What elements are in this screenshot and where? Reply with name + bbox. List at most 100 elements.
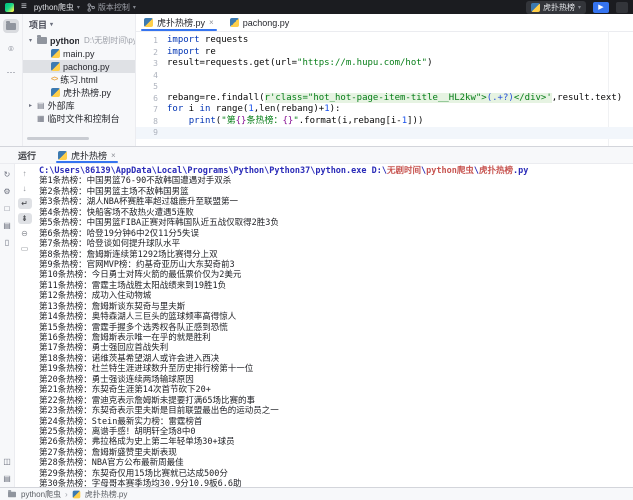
- project-panel-header[interactable]: 项目 ▾: [23, 14, 135, 34]
- code-text: for i in range(1,len(rebang)+1):: [167, 104, 340, 116]
- project-widget[interactable]: python爬虫 ▾: [34, 2, 80, 13]
- breadcrumb-separator: ›: [65, 490, 68, 499]
- line-number[interactable]: 9: [136, 127, 167, 139]
- code-token: range(: [210, 104, 248, 114]
- more-actions-button[interactable]: [616, 2, 628, 13]
- layout-icon[interactable]: ▤: [3, 221, 11, 230]
- close-icon[interactable]: ×: [111, 151, 116, 160]
- main-menu-icon[interactable]: ≡: [21, 2, 27, 12]
- run-button[interactable]: ▶: [593, 2, 609, 13]
- editor-tab-pachong.py[interactable]: pachong.py: [222, 14, 298, 31]
- line-number[interactable]: 8: [136, 116, 167, 128]
- run-configuration-label: 虎扑热榜: [543, 2, 575, 13]
- code-token: "第: [221, 116, 235, 126]
- console-output-line: 第15条热榜：雷霆手握多个选秀权各队正感到恐慌: [39, 323, 633, 333]
- tree-item-虎扑热榜.py[interactable]: 虎扑热榜.py: [23, 86, 135, 99]
- python-file-icon: [531, 3, 540, 12]
- code-line: 6rebang=re.findall(r'class="hot_hot-page…: [136, 93, 633, 105]
- tree-item-label: 练习.html: [60, 73, 98, 86]
- run-configuration-selector[interactable]: 虎扑热榜 ▾: [526, 1, 586, 14]
- workspace-top: ⌾⋯ 项目 ▾ ▾python爬虫D:\无剧时间\python爬虫main.py…: [0, 14, 633, 146]
- services-icon[interactable]: ▤: [3, 474, 11, 483]
- line-number[interactable]: 2: [136, 47, 167, 59]
- project-tree: ▾ python爬虫 D:\无剧时间\python爬虫main.pypachong.…: [23, 34, 135, 125]
- line-number[interactable]: 5: [136, 81, 167, 93]
- line-number[interactable]: 3: [136, 58, 167, 70]
- breadcrumb-file[interactable]: 虎扑热榜.py: [85, 489, 128, 500]
- up-stacktrace-icon[interactable]: ↑: [18, 168, 32, 179]
- code-text: rebang=re.findall(r'class="hot_hot-page-…: [167, 93, 622, 105]
- tree-item-main.py[interactable]: main.py: [23, 47, 135, 60]
- code-line: 2import re: [136, 47, 633, 59]
- problems-icon[interactable]: ◫: [3, 457, 11, 466]
- tree-item-label: 虎扑热榜.py: [63, 86, 111, 99]
- tree-item-练习.html[interactable]: <>练习.html: [23, 73, 135, 86]
- console-output-line: 第14条热榜：奥特森湖人三巨头的篮球频率高得惊人: [39, 312, 633, 322]
- line-number[interactable]: 4: [136, 70, 167, 82]
- chevron-icon[interactable]: ▾: [27, 37, 34, 44]
- code-text: import requests: [167, 35, 248, 47]
- editor-tab-虎扑热榜.py[interactable]: 虎扑热榜.py×: [136, 14, 222, 31]
- activity-bar: ⌾⋯: [0, 14, 23, 146]
- vcs-widget-label: 版本控制: [98, 2, 130, 13]
- console-output-line: 第3条热榜：湖人NBA杯赛胜率超过雄鹿升至联盟第一: [39, 197, 633, 207]
- clear-icon[interactable]: ▭: [18, 243, 32, 254]
- code-line: 4: [136, 70, 633, 82]
- pycharm-logo-icon: [5, 3, 14, 12]
- line-number[interactable]: 1: [136, 35, 167, 47]
- project-panel-scrollbar[interactable]: [27, 137, 89, 140]
- run-panel-title[interactable]: 运行: [18, 149, 36, 162]
- down-stacktrace-icon[interactable]: ↓: [18, 183, 32, 194]
- run-console[interactable]: C:\Users\86139\AppData\Local\Programs\Py…: [34, 164, 633, 489]
- run-panel-header: 运行 虎扑热榜 ×: [0, 147, 633, 164]
- commit-icon[interactable]: ⌾: [3, 42, 19, 56]
- tree-item-外部库[interactable]: ▸▤外部库: [23, 99, 135, 112]
- run-tab[interactable]: 虎扑热榜 ×: [52, 147, 122, 163]
- tree-item-label: python爬虫: [50, 34, 79, 47]
- line-number[interactable]: 7: [136, 104, 167, 116]
- code-token: ): [427, 58, 432, 68]
- code-token: result=requests.get(url=: [167, 58, 297, 68]
- scroll-to-end-icon[interactable]: ⇟: [18, 213, 32, 224]
- code-token: "https://m.hupu.com/hot": [297, 58, 427, 68]
- code-editor[interactable]: 1import requests2import re3result=reques…: [136, 32, 633, 139]
- tree-item-pachong.py[interactable]: pachong.py: [23, 60, 135, 73]
- console-output-line: 第10条热榜：今日勇士对阵火箭的最低票价仅为2美元: [39, 270, 633, 280]
- stop-icon[interactable]: □: [5, 204, 10, 213]
- console-output-line: 第2条热榜：中国男篮主场不敌韩国男篮: [39, 187, 633, 197]
- vcs-widget[interactable]: 版本控制 ▾: [87, 2, 136, 13]
- console-output-line: 第1条热榜：中国男篮76-90不敌韩国遭遇对手双杀: [39, 176, 633, 186]
- rerun-icon[interactable]: ↻: [4, 170, 11, 179]
- chevron-icon[interactable]: ▸: [27, 102, 34, 109]
- code-token: ):: [330, 104, 341, 114]
- code-token: print: [189, 116, 216, 126]
- console-output-line: 第27条热榜：詹姆斯盛赞里夫斯表现: [39, 448, 633, 458]
- soft-wrap-icon[interactable]: ↵: [18, 198, 32, 209]
- code-text: print("第{}条热榜：{}".format(i,rebang[i-1])): [167, 116, 423, 128]
- pin-icon[interactable]: ▯: [5, 238, 9, 247]
- console-output-line: 第9条热榜：官网MVP榜：约基奇亚历山大东契奇前3: [39, 260, 633, 270]
- code-text: import re: [167, 47, 216, 59]
- settings-icon[interactable]: ⚙: [3, 187, 10, 196]
- console-output-line: 第13条热榜：詹姆斯谈东契奇与里夫斯: [39, 302, 633, 312]
- code-token: rebang=re.findall(: [167, 93, 265, 103]
- code-token: ])): [407, 116, 423, 126]
- tree-item-临时文件和控制台[interactable]: ▦临时文件和控制台: [23, 112, 135, 125]
- project-icon[interactable]: [3, 19, 19, 33]
- run-tool-window: 运行 虎扑热榜 × ↻ ⚙ □ ▤ ▯ ◫ ▤ ↑ ↓ ↵ ⇟ ⊖ ▭ C:\Users\86139\…: [0, 146, 633, 489]
- more-tools-icon[interactable]: ⋯: [3, 65, 19, 79]
- breadcrumb-project[interactable]: python爬虫: [21, 489, 61, 500]
- console-output-line: 第23条热榜：东契奇表示里夫斯是目前联盟最出色的运动员之一: [39, 406, 633, 416]
- code-line: 1import requests: [136, 35, 633, 47]
- print-icon[interactable]: ⊖: [18, 228, 32, 239]
- console-output-line: 第6条热榜：哈登19分钟6中2仅11分5失误: [39, 229, 633, 239]
- tree-item-path: D:\无剧时间\python爬虫: [84, 35, 135, 46]
- close-icon[interactable]: ×: [209, 18, 214, 27]
- code-token: import: [167, 35, 200, 45]
- console-output-line: 第21条热榜：东契奇生涯第14次首节砍下20+: [39, 385, 633, 395]
- tree-item-python爬虫[interactable]: ▾ python爬虫 D:\无剧时间\python爬虫: [23, 34, 135, 47]
- folder-icon: [6, 23, 16, 30]
- chevron-down-icon: ▾: [50, 21, 53, 28]
- code-token: requests: [200, 35, 249, 45]
- line-number[interactable]: 6: [136, 93, 167, 105]
